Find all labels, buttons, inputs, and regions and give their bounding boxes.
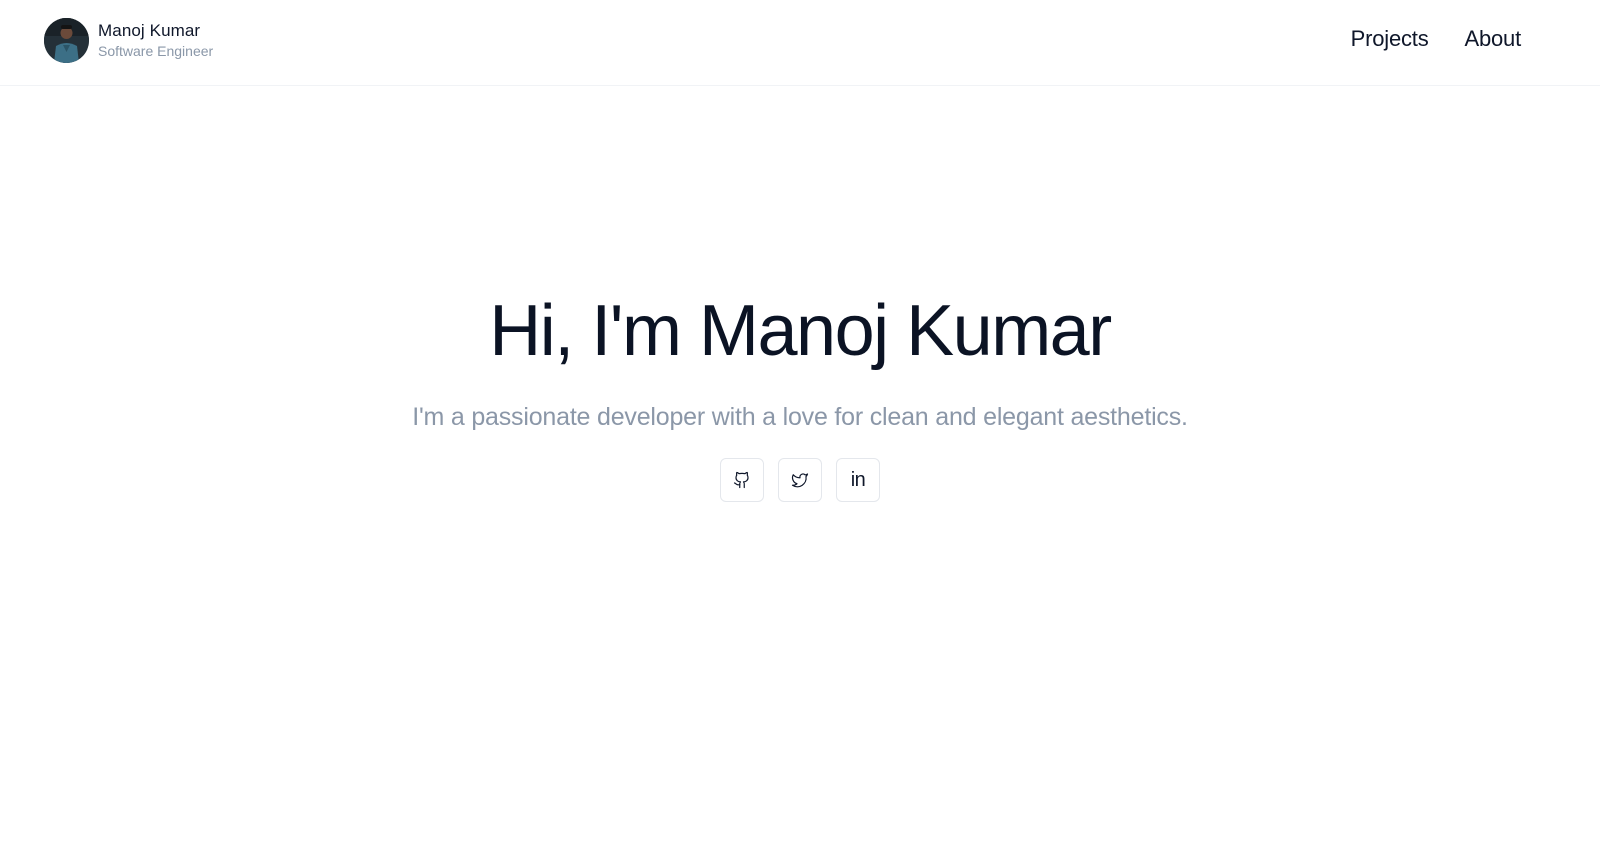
social-links: in bbox=[0, 458, 1600, 502]
hero-subtitle: I'm a passionate developer with a love f… bbox=[412, 403, 1188, 431]
twitter-button[interactable] bbox=[778, 458, 822, 502]
hero-title: Hi, I'm Manoj Kumar bbox=[489, 291, 1112, 371]
hero-section: Hi, I'm Manoj Kumar I'm a passionate dev… bbox=[0, 286, 1600, 502]
github-button[interactable] bbox=[720, 458, 764, 502]
main-nav: Projects About bbox=[1351, 26, 1522, 52]
site-header: Manoj Kumar Software Engineer Projects A… bbox=[0, 0, 1600, 86]
brand-link[interactable]: Manoj Kumar Software Engineer bbox=[44, 18, 213, 63]
avatar bbox=[44, 18, 89, 63]
nav-link-about[interactable]: About bbox=[1465, 26, 1522, 52]
brand-name: Manoj Kumar bbox=[98, 21, 201, 41]
twitter-icon bbox=[791, 471, 809, 489]
profile-photo-icon bbox=[44, 18, 89, 63]
linkedin-button[interactable]: in bbox=[836, 458, 880, 502]
linkedin-icon: in bbox=[850, 468, 866, 491]
nav-link-projects[interactable]: Projects bbox=[1351, 26, 1429, 52]
github-icon bbox=[733, 471, 751, 489]
brand-role: Software Engineer bbox=[98, 42, 214, 59]
